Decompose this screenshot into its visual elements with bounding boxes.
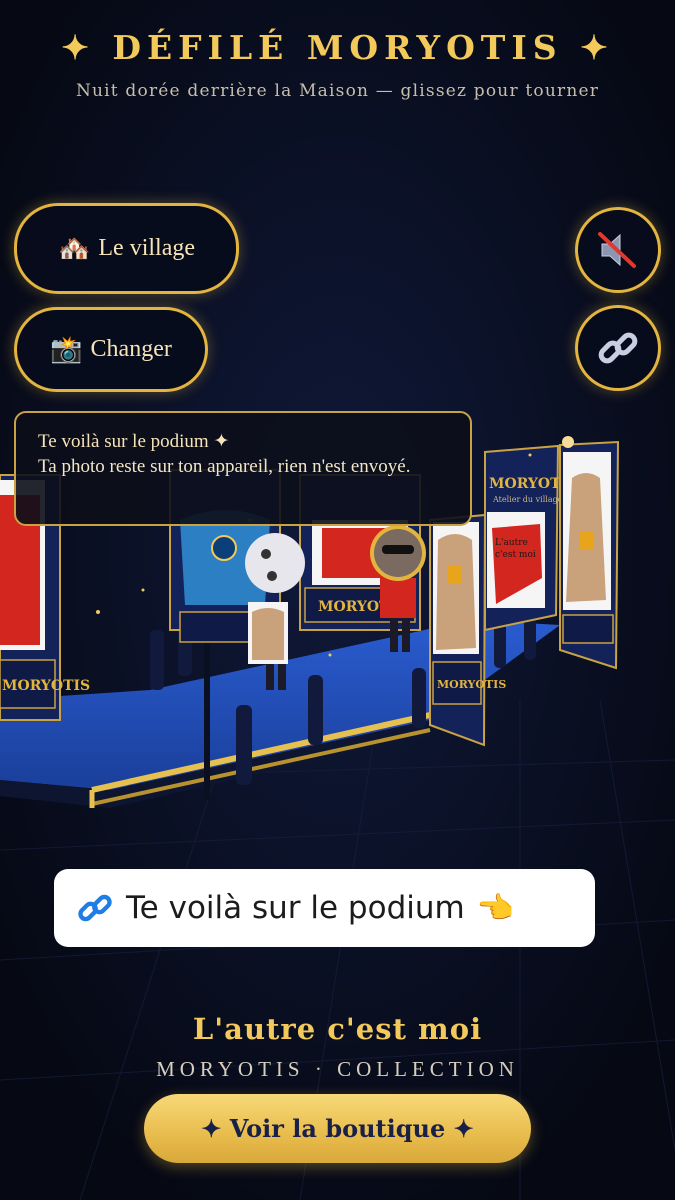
village-icon: 🏘️	[58, 233, 91, 263]
toast-title: Te voilà sur le podium ✦	[38, 431, 230, 452]
speaker-muted-icon	[598, 232, 636, 268]
podium-toast: Te voilà sur le podium ✦ Ta photo reste …	[14, 411, 472, 526]
change-label: Changer	[90, 336, 172, 362]
village-label: Le village	[98, 235, 195, 261]
page-header: ✦ DÉFILÉ MORYOTIS ✦ Nuit dorée derrière …	[0, 28, 675, 101]
banner-brand-left: MORYOTIS	[2, 678, 90, 694]
collection-title: L'autre c'est moi	[192, 1012, 483, 1046]
shop-button[interactable]: ✦ Voir la boutique ✦	[144, 1094, 531, 1163]
share-link-button[interactable]	[575, 305, 661, 391]
link-icon	[76, 889, 114, 927]
page-subtitle: Nuit dorée derrière la Maison — glissez …	[75, 81, 600, 101]
village-button[interactable]: 🏘️ Le village	[14, 203, 239, 294]
camera-icon: 📸	[50, 334, 83, 364]
svg-text:c'est moi: c'est moi	[495, 550, 536, 560]
change-photo-button[interactable]: 📸 Changer	[14, 307, 208, 392]
svg-text:MORYOTIS: MORYOTIS	[437, 678, 506, 691]
collection-subtitle: MORYOTIS · COLLECTION	[156, 1057, 519, 1081]
svg-text:L'autre: L'autre	[495, 538, 528, 548]
share-link-pill[interactable]: Te voilà sur le podium 👈	[54, 869, 595, 947]
svg-text:Atelier du village: Atelier du village	[492, 495, 563, 504]
sound-toggle-button[interactable]	[575, 207, 661, 293]
toast-message: Ta photo reste sur ton appareil, rien n'…	[38, 456, 411, 477]
link-icon	[598, 332, 638, 364]
share-pill-label: Te voilà sur le podium	[126, 890, 465, 926]
pointing-hand-icon: 👈	[476, 890, 515, 926]
page-title: ✦ DÉFILÉ MORYOTIS ✦	[61, 28, 614, 67]
